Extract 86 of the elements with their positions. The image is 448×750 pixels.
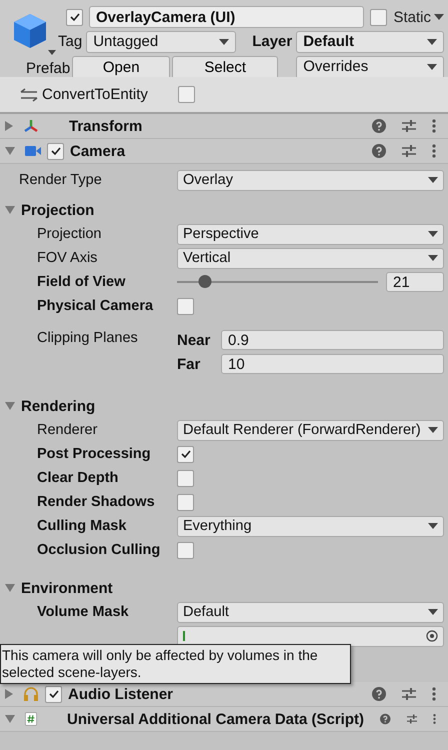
static-dropdown[interactable]: Static: [393, 8, 444, 26]
field-label: Render Shadows: [36, 494, 156, 510]
field-label: Clipping Planes: [36, 330, 139, 346]
axes-icon: [23, 118, 39, 134]
field-label: Occlusion Culling: [36, 542, 162, 558]
static-checkbox[interactable]: [370, 8, 388, 26]
help-icon[interactable]: [372, 687, 386, 701]
script-icon: [25, 710, 37, 728]
foldout-arrow-icon[interactable]: [5, 147, 15, 155]
prefab-button[interactable]: Select: [172, 56, 278, 77]
overrides-dropdown[interactable]: Overrides: [296, 56, 444, 77]
number-field[interactable]: 21: [386, 272, 444, 292]
field-label: Field of View: [36, 274, 126, 290]
field-label: Volume Mask: [36, 604, 130, 620]
dropdown[interactable]: Default: [177, 602, 444, 622]
field-label: FOV Axis: [36, 250, 98, 266]
foldout-arrow-icon[interactable]: [5, 584, 15, 592]
field-label: Culling Mask: [36, 518, 128, 534]
more-icon[interactable]: [432, 712, 436, 726]
component-title: Transform: [69, 118, 144, 134]
field-label: Clear Depth: [36, 470, 120, 486]
checkbox[interactable]: [177, 446, 194, 462]
convert-checkbox[interactable]: [178, 86, 195, 103]
checkbox[interactable]: [177, 542, 194, 558]
dropdown[interactable]: Vertical: [177, 248, 444, 268]
enabled-checkbox[interactable]: [47, 142, 64, 160]
near-field[interactable]: 0.9: [221, 330, 444, 350]
prefab-button[interactable]: Open: [72, 56, 170, 77]
tooltip: This camera will only be affected by volumes in the selected scene-layers.: [0, 644, 351, 684]
field-label: Post Processing: [36, 446, 152, 462]
checkmark-icon: [48, 688, 60, 700]
help-icon[interactable]: [380, 712, 390, 726]
target-icon[interactable]: [426, 630, 438, 642]
checkmark-icon: [50, 145, 62, 157]
checkbox[interactable]: [177, 470, 194, 486]
prefab-label: Prefab: [26, 60, 70, 77]
tag-label: Tag: [58, 33, 82, 50]
enabled-checkbox[interactable]: [45, 686, 62, 702]
checkmark-icon: [68, 11, 80, 23]
settings-icon[interactable]: [402, 119, 416, 133]
foldout-arrow-icon[interactable]: [5, 121, 13, 131]
more-icon[interactable]: [432, 144, 436, 158]
help-icon[interactable]: [372, 144, 386, 158]
near-label: Near: [177, 332, 212, 348]
checkmark-icon: [180, 448, 192, 460]
component-header[interactable]: Universal Additional Camera Data (Script): [0, 707, 448, 732]
active-checkbox[interactable]: [66, 8, 83, 26]
section-title[interactable]: Projection: [21, 202, 94, 218]
field-label: Physical Camera: [36, 298, 154, 314]
swap-arrows-icon: [20, 88, 38, 102]
more-icon[interactable]: [432, 119, 436, 133]
component-title: Universal Additional Camera Data (Script): [66, 710, 364, 728]
component-header[interactable]: Camera: [0, 139, 448, 164]
foldout-arrow-icon[interactable]: [5, 402, 15, 410]
layer-label: Layer: [252, 33, 292, 50]
foldout-arrow-icon[interactable]: [5, 715, 15, 723]
component-header[interactable]: Transform: [0, 114, 448, 139]
component-title: Camera: [70, 142, 126, 160]
settings-icon[interactable]: [402, 687, 416, 701]
settings-icon[interactable]: [406, 712, 417, 726]
headphones-icon: [23, 687, 39, 701]
dropdown[interactable]: Default Renderer (ForwardRenderer): [177, 420, 444, 440]
component-label: ConvertToEntity: [42, 86, 149, 103]
layer-dropdown[interactable]: Default: [296, 30, 444, 52]
more-icon[interactable]: [432, 687, 436, 701]
field-label: Projection: [36, 226, 102, 242]
video-camera-icon: [25, 145, 41, 157]
section-title[interactable]: Rendering: [21, 398, 96, 414]
settings-icon[interactable]: [402, 144, 416, 158]
far-field[interactable]: 10: [221, 354, 444, 374]
help-icon[interactable]: [372, 119, 386, 133]
checkbox[interactable]: [177, 298, 194, 314]
render-type-dropdown[interactable]: Overlay: [177, 170, 444, 190]
component-header[interactable]: Audio Listener: [0, 682, 448, 707]
name-field[interactable]: OverlayCamera (UI): [89, 6, 364, 28]
field-label: Renderer: [36, 422, 98, 438]
field-label: Render Type: [18, 172, 103, 188]
section-title[interactable]: Environment: [21, 580, 113, 596]
checkbox[interactable]: [177, 494, 194, 510]
tag-dropdown[interactable]: Untagged: [86, 30, 236, 52]
component-title: Audio Listener: [68, 686, 174, 702]
dropdown[interactable]: Perspective: [177, 224, 444, 244]
foldout-arrow-icon[interactable]: [5, 206, 15, 214]
dropdown[interactable]: Everything: [177, 516, 444, 536]
far-label: Far: [177, 356, 202, 372]
object-field[interactable]: [177, 626, 444, 646]
